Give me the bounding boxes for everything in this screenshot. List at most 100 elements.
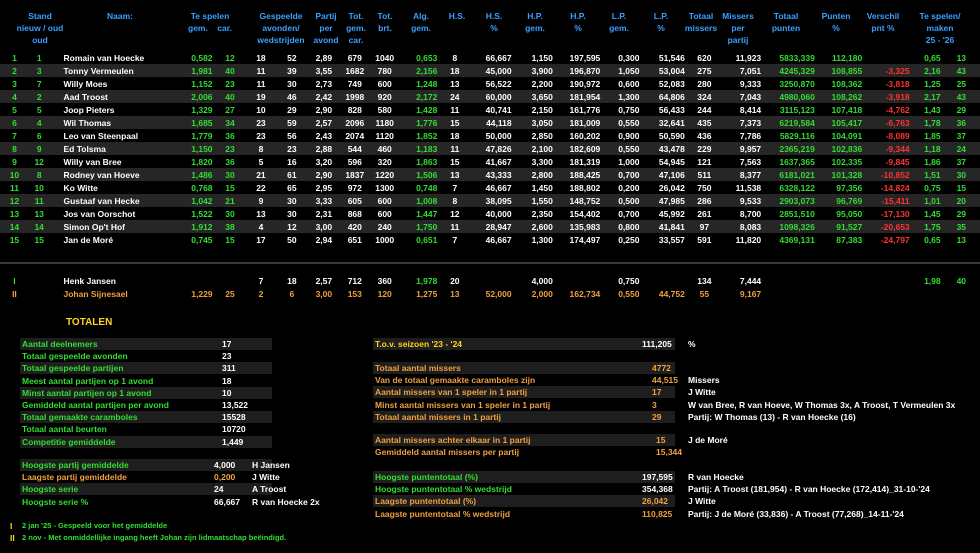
stat-value: 66,667 xyxy=(214,496,240,507)
cell-missers-per-partij: 9,333 xyxy=(721,77,764,90)
cell-wedstrijden: 52 xyxy=(276,51,308,64)
cell-verschil: -17,130 xyxy=(864,207,912,220)
cell-punten-pct: 107,418 xyxy=(816,103,865,116)
cell-alg-gem: 2,172 xyxy=(400,90,440,103)
cell-tot-gem-car: 679 xyxy=(340,51,370,64)
cell-tot-gem-car: 1682 xyxy=(340,64,370,77)
table-row: 4 2 Aad Troost 2,006 40 19 46 2,42 1998 920 2,172 2… xyxy=(0,90,980,103)
cell-player-name: Willy van Bree xyxy=(49,155,174,168)
cell-punten-pct: 91,527 xyxy=(816,220,865,233)
cell-punten-pct: 96,769 xyxy=(816,194,865,207)
cell-partij-per-avond: 3,20 xyxy=(307,155,341,168)
extra-cell-lp_pct xyxy=(641,274,687,287)
extra-cell-alg: 1,978 xyxy=(400,274,440,287)
cell-hp-pct: 197,595 xyxy=(554,51,603,64)
cell-totaal-punten: 2851,510 xyxy=(763,207,817,220)
cell-player-name: Willy Moes xyxy=(49,77,174,90)
cell-stand-new: 4 xyxy=(0,90,29,103)
cell-wedstrijden: 65 xyxy=(276,181,308,194)
extra-cell-hp: 2,000 xyxy=(513,287,555,300)
extra-cell-car xyxy=(214,274,246,287)
stat-label: Totaal gespeelde avonden xyxy=(22,351,128,362)
stat-label: Meest aantal partijen op 1 avond xyxy=(22,375,154,386)
cell-lp-pct: 64,806 xyxy=(641,90,687,103)
stat-value: 26,042 xyxy=(642,496,668,507)
cell-hs-pct: 45,000 xyxy=(470,64,514,77)
stat-extra: J Witte xyxy=(688,387,716,398)
cell-lp-gem: 0,250 xyxy=(602,233,642,246)
header-tot-gem: Tot. gem. car. xyxy=(346,11,366,45)
header-stand: Stand nieuw / oud oud xyxy=(16,11,64,45)
cell-partij-per-avond: 3,55 xyxy=(307,64,341,77)
stat-value: 44,515 xyxy=(652,375,678,386)
cell-te-spelen-car: 34 xyxy=(214,116,246,129)
stat-value: 15528 xyxy=(222,412,246,423)
cell-player-name: Wil Thomas xyxy=(49,116,174,129)
cell-totaal-missers: 750 xyxy=(686,181,722,194)
cell-te-spelen-gem: 1,981 xyxy=(173,64,215,77)
extra-cell-lp_pct: 44,752 xyxy=(641,287,687,300)
cell-missers-per-partij: 11,923 xyxy=(721,51,764,64)
extra-cell-wed: 6 xyxy=(276,287,308,300)
extra-cell-empty xyxy=(864,274,912,287)
cell-hs: 11 xyxy=(439,103,471,116)
cell-te-spelen-2526: 1,01 xyxy=(911,194,943,207)
cell-lp-gem: 0,900 xyxy=(602,129,642,142)
cell-hp-gem: 2,850 xyxy=(513,129,555,142)
cell-hp-pct: 160,202 xyxy=(554,129,603,142)
cell-avonden: 5 xyxy=(245,155,277,168)
cell-tot-gem-car: 420 xyxy=(340,220,370,233)
cell-hp-pct: 148,752 xyxy=(554,194,603,207)
cell-stand-new: 11 xyxy=(0,181,29,194)
stat-value: 4,000 xyxy=(214,460,236,470)
stat-extra: Missers xyxy=(688,375,720,386)
extra-cell-ts xyxy=(911,287,943,300)
cell-lp-gem: 0,500 xyxy=(602,194,642,207)
stat-extra: J de Moré xyxy=(688,435,728,445)
cell-te-spelen-2526: 0,75 xyxy=(911,181,943,194)
cell-avonden: 8 xyxy=(245,142,277,155)
cell-verschil: -8,089 xyxy=(864,129,912,142)
cell-stand-old: 5 xyxy=(28,103,50,116)
cell-te-spelen-gem: 1,152 xyxy=(173,77,215,90)
cell-stand-new: 9 xyxy=(0,155,29,168)
extra-cell-tot: 712 xyxy=(340,274,370,287)
cell-tot-gem-car: 605 xyxy=(340,194,370,207)
cell-hp-pct: 182,609 xyxy=(554,142,603,155)
extra-cell-partij: 2,57 xyxy=(307,274,341,287)
stat-value: 29 xyxy=(652,411,662,422)
cell-te-spelen-car: 23 xyxy=(214,142,246,155)
stat-value: 10720 xyxy=(222,424,246,435)
cell-hs-pct: 66,667 xyxy=(470,51,514,64)
cell-te-maken-2526: 37 xyxy=(942,129,980,142)
cell-hp-gem: 2,100 xyxy=(513,142,555,155)
extra-cell-mark: II xyxy=(0,287,29,300)
stat-extra: Partij: A Troost (181,954) - R van Hoeck… xyxy=(688,484,930,495)
cell-hp-gem: 2,200 xyxy=(513,77,555,90)
cell-wedstrijden: 50 xyxy=(276,233,308,246)
cell-tot-brt: 1180 xyxy=(369,116,401,129)
cell-te-maken-2526: 43 xyxy=(942,90,980,103)
cell-avonden: 10 xyxy=(245,103,277,116)
cell-alg-gem: 1,750 xyxy=(400,220,440,233)
extra-cell-avonden: 7 xyxy=(245,274,277,287)
cell-alg-gem: 2,156 xyxy=(400,64,440,77)
header-lp-pct: L.P. % xyxy=(653,11,669,33)
stat-value: 0,200 xyxy=(214,472,236,483)
cell-te-spelen-car: 15 xyxy=(214,233,246,246)
season-compare-label: T.o.v. seizoen '23 - '24 xyxy=(373,338,675,350)
cell-punten-pct: 87,383 xyxy=(816,233,865,246)
cell-te-spelen-2526: 2,16 xyxy=(911,64,943,77)
table-header: Stand nieuw / oud oud Naam: Te spelen ge… xyxy=(0,0,980,45)
stat-value: 1,449 xyxy=(222,436,244,447)
stat-value: 110,825 xyxy=(642,508,673,519)
cell-hp-gem: 2,350 xyxy=(513,207,555,220)
extra-player-row: I Henk Jansen 7 18 2,57 712 360 1,978 20 4,000 0,7… xyxy=(0,274,980,287)
cell-verschil: -3,918 xyxy=(864,90,912,103)
cell-te-maken-2526: 25 xyxy=(942,77,980,90)
cell-partij-per-avond: 2,95 xyxy=(307,181,341,194)
stat-label: Aantal deelnemers xyxy=(20,338,272,350)
extra-cell-lp: 0,750 xyxy=(602,274,642,287)
cell-avonden: 13 xyxy=(245,207,277,220)
header-verschil: Verschil pnt % xyxy=(866,11,900,33)
